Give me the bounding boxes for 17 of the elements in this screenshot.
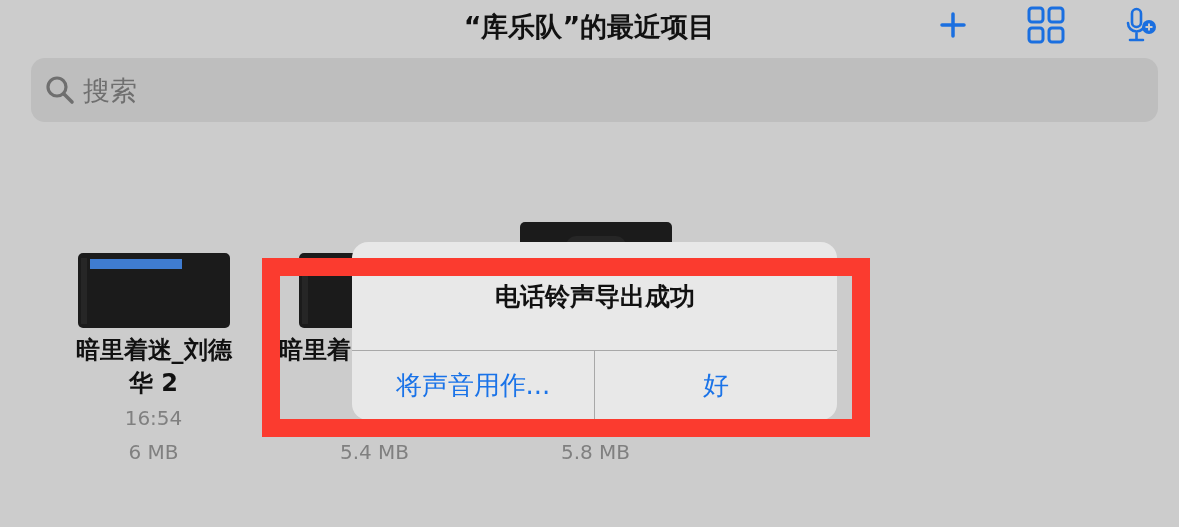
alert-title: 电话铃声导出成功 — [494, 280, 695, 313]
search-icon — [45, 75, 75, 105]
grid-icon[interactable] — [1027, 6, 1065, 44]
alert-button[interactable]: 好 — [594, 351, 837, 420]
file-name: 暗里着迷_刘德华 2 — [75, 336, 232, 397]
file-size: 6 MB — [128, 439, 179, 466]
alert-button[interactable]: 将声音用作... — [352, 351, 594, 420]
page-title: “库乐队”的最近项目 — [463, 10, 716, 44]
add-icon[interactable] — [939, 11, 967, 39]
microphone-add-icon[interactable] — [1125, 7, 1157, 43]
file-size: 5.4 MB — [339, 439, 410, 466]
thumbnail[interactable] — [77, 253, 230, 328]
file-time: 16:54 — [124, 406, 183, 430]
search-input[interactable]: 搜索 — [83, 70, 1158, 110]
file-name: 暗里着 — [278, 336, 351, 364]
search-field[interactable]: 搜索 — [31, 58, 1158, 122]
file-size: 5.8 MB — [560, 439, 631, 466]
